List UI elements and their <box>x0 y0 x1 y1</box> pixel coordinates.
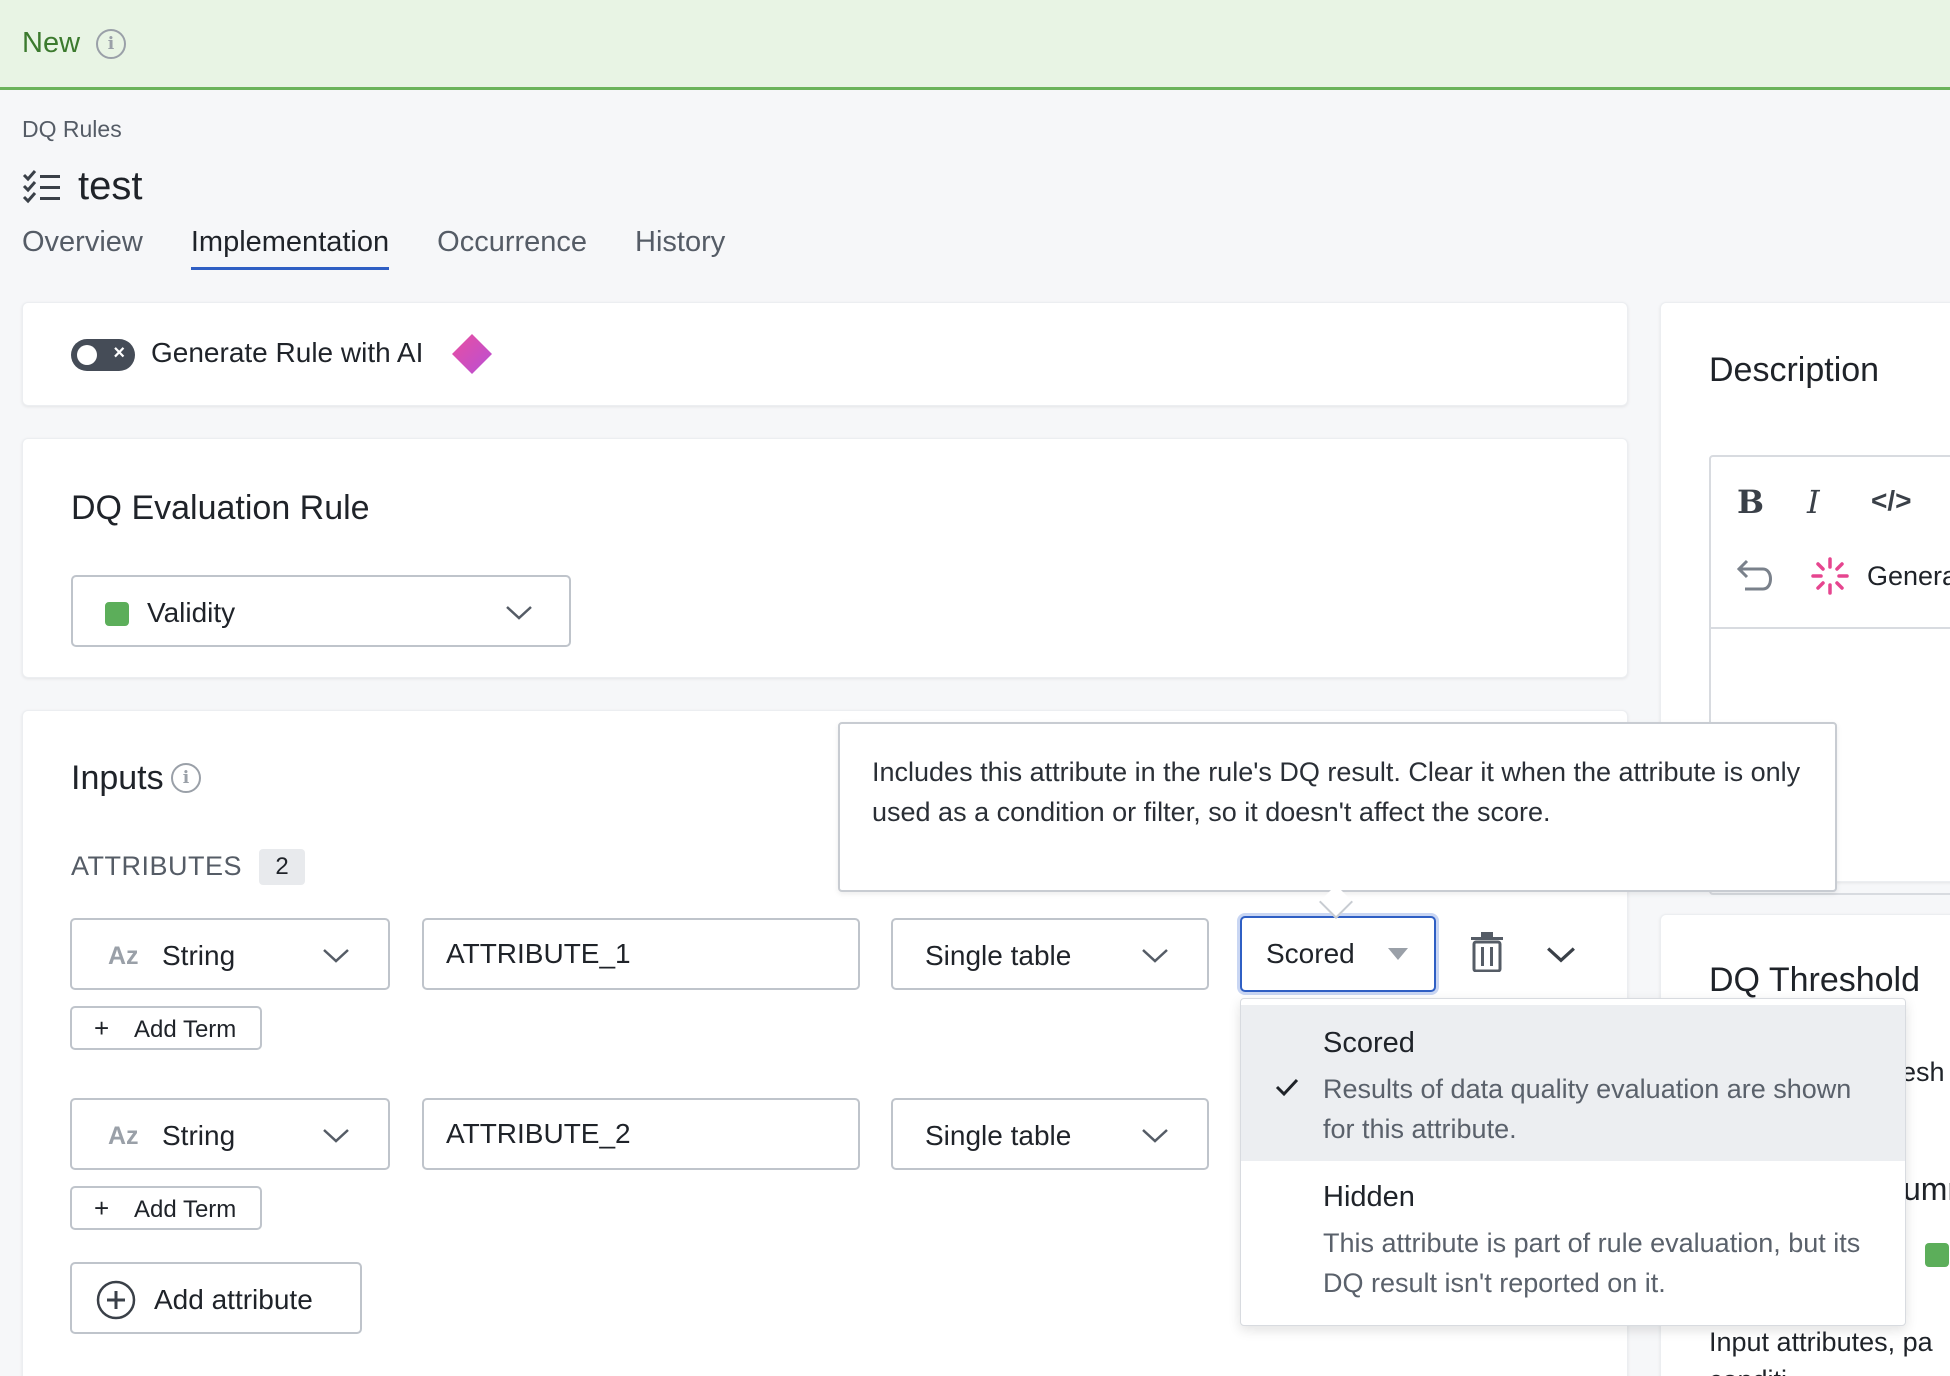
editor-divider <box>1711 627 1950 629</box>
option-title: Scored <box>1323 1027 1415 1059</box>
string-type-icon: Az <box>108 1122 139 1150</box>
add-term-label: Add Term <box>134 1196 237 1223</box>
ai-toggle-label: Generate Rule with AI <box>151 337 424 368</box>
footer-text-2: conditi <box>1709 1365 1787 1376</box>
attribute-source-label: Single table <box>925 1120 1072 1151</box>
attribute-type-label: String <box>162 1120 236 1151</box>
inputs-title: Inputs <box>71 759 164 797</box>
dimension-color-swatch <box>105 602 129 626</box>
chevron-down-icon <box>323 1129 349 1143</box>
add-term-label: Add Term <box>134 1016 237 1043</box>
tab-overview[interactable]: Overview <box>22 226 143 270</box>
footer-text: Input attributes, pa <box>1709 1327 1933 1357</box>
italic-button[interactable]: I <box>1807 483 1820 521</box>
info-icon[interactable]: i <box>171 763 201 793</box>
attribute-source-select[interactable]: Single table <box>891 918 1209 990</box>
option-description: Results of data quality evaluation are s… <box>1323 1074 1852 1144</box>
description-title: Description <box>1709 351 1880 389</box>
add-attribute-label: Add attribute <box>154 1284 313 1315</box>
add-term-button[interactable]: + Add Term <box>70 1186 262 1230</box>
ai-toggle[interactable]: × <box>71 339 135 371</box>
chevron-down-icon <box>506 606 532 620</box>
scoring-select[interactable]: Scored <box>1240 916 1436 992</box>
generate-button[interactable]: Genera <box>1867 561 1950 592</box>
chevron-down-icon <box>1142 1129 1168 1143</box>
summary-partial-title: umr <box>1903 1171 1950 1207</box>
info-icon[interactable]: i <box>96 28 127 59</box>
expand-row-chevron-icon[interactable] <box>1546 946 1576 964</box>
attributes-label: ATTRIBUTES <box>71 851 243 881</box>
tab-bar: Overview Implementation Occurrence Histo… <box>22 226 773 270</box>
bold-button[interactable]: B <box>1737 483 1764 521</box>
chevron-down-icon <box>323 949 349 963</box>
attribute-source-select[interactable]: Single table <box>891 1098 1209 1170</box>
scoring-tooltip: Includes this attribute in the rule's DQ… <box>838 722 1837 892</box>
threshold-partial-text: esh <box>1901 1057 1945 1087</box>
trash-icon[interactable] <box>1470 932 1504 972</box>
string-type-icon: Az <box>108 942 139 970</box>
evaluation-rule-card: DQ Evaluation Rule Validity <box>22 438 1628 678</box>
option-description: This attribute is part of rule evaluatio… <box>1323 1228 1861 1298</box>
page-title: test <box>78 164 143 208</box>
scoring-option-scored[interactable]: Scored Results of data quality evaluatio… <box>1241 1005 1905 1161</box>
checkmark-icon <box>1275 1078 1299 1097</box>
close-icon: × <box>113 342 125 364</box>
evaluation-dimension-select[interactable]: Validity <box>71 575 571 647</box>
banner-label: New <box>22 27 81 59</box>
status-swatch <box>1925 1243 1949 1267</box>
tab-history[interactable]: History <box>635 226 725 270</box>
attribute-name-input[interactable]: ATTRIBUTE_1 <box>422 918 860 990</box>
evaluation-rule-title: DQ Evaluation Rule <box>71 489 370 527</box>
attribute-name-input[interactable]: ATTRIBUTE_2 <box>422 1098 860 1170</box>
plus-circle-icon <box>96 1280 136 1320</box>
attributes-count-badge: 2 <box>259 849 305 885</box>
attribute-type-select[interactable]: Az String <box>70 918 390 990</box>
undo-icon[interactable] <box>1737 557 1777 593</box>
tab-occurrence[interactable]: Occurrence <box>437 226 587 270</box>
plus-icon: + <box>94 1193 110 1223</box>
breadcrumb[interactable]: DQ Rules <box>22 116 122 143</box>
add-attribute-button[interactable]: Add attribute <box>70 1262 362 1334</box>
tab-implementation[interactable]: Implementation <box>190 226 390 270</box>
scoring-selected-label: Scored <box>1266 938 1355 969</box>
option-title: Hidden <box>1323 1181 1415 1213</box>
code-button[interactable]: </> <box>1871 485 1911 517</box>
sparkle-diamond-icon <box>452 334 492 374</box>
page-header: test <box>22 164 142 209</box>
attribute-source-label: Single table <box>925 940 1072 971</box>
generate-sparkle-icon <box>1811 557 1849 595</box>
ai-generate-card: × Generate Rule with AI <box>22 302 1628 406</box>
add-term-button[interactable]: + Add Term <box>70 1006 262 1050</box>
new-banner: New i <box>0 0 1950 90</box>
scoring-dropdown-menu: Scored Results of data quality evaluatio… <box>1240 998 1906 1326</box>
checklist-icon <box>22 169 60 203</box>
dimension-selected-label: Validity <box>147 597 236 628</box>
chevron-down-icon <box>1142 949 1168 963</box>
scoring-option-hidden[interactable]: Hidden This attribute is part of rule ev… <box>1241 1161 1905 1325</box>
attribute-type-label: String <box>162 940 236 971</box>
plus-icon: + <box>94 1013 110 1043</box>
caret-down-icon <box>1388 948 1408 960</box>
attribute-type-select[interactable]: Az String <box>70 1098 390 1170</box>
threshold-title: DQ Threshold <box>1709 961 1921 999</box>
